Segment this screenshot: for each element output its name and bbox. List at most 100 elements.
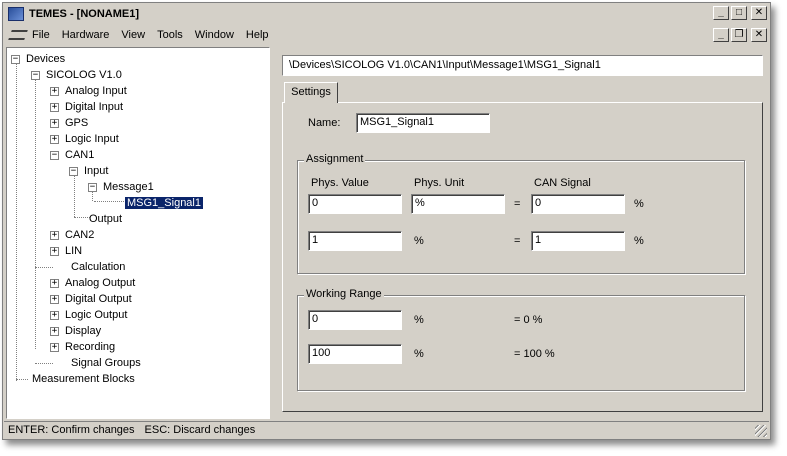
document-menu-icon[interactable] <box>8 30 28 40</box>
expand-icon[interactable]: + <box>50 86 59 96</box>
app-window: TEMES - [NONAME1] _ □ ✕ File Hardware Vi… <box>2 2 771 440</box>
tree-item-digital-input[interactable]: + Digital Input <box>50 99 125 115</box>
tree-item-measurement-blocks[interactable]: Measurement Blocks <box>30 371 137 387</box>
tree-label: Output <box>89 213 123 225</box>
tree-item-input[interactable]: − Input <box>69 163 110 179</box>
tree-item-logic-input[interactable]: + Logic Input <box>50 131 121 147</box>
mdi-minimize-button[interactable]: _ <box>713 28 729 42</box>
range-max-input[interactable]: 100 <box>308 344 402 364</box>
tree-label: Display <box>65 325 102 337</box>
expand-icon[interactable]: + <box>50 278 59 288</box>
tree-label: CAN2 <box>65 229 95 241</box>
expand-icon[interactable]: + <box>50 102 59 112</box>
menu-window[interactable]: Window <box>189 29 240 41</box>
collapse-icon[interactable]: − <box>31 70 40 80</box>
tree-item-calculation[interactable]: Calculation <box>69 259 127 275</box>
maximize-button[interactable]: □ <box>731 6 747 20</box>
expand-icon[interactable]: + <box>50 134 59 144</box>
status-enter-hint: ENTER: Confirm changes <box>8 424 135 436</box>
tree-label: LIN <box>65 245 83 257</box>
tree-item-recording[interactable]: + Recording <box>50 339 117 355</box>
range-min-input[interactable]: 0 <box>308 310 402 330</box>
close-button[interactable]: ✕ <box>751 6 767 20</box>
menu-view[interactable]: View <box>115 29 151 41</box>
tree-item-devices[interactable]: − Devices <box>11 51 67 67</box>
tree-item-output[interactable]: Output <box>87 211 124 227</box>
expand-icon[interactable]: + <box>50 118 59 128</box>
tree-item-gps[interactable]: + GPS <box>50 115 90 131</box>
collapse-icon[interactable]: − <box>50 150 59 160</box>
equals-sign-2: = <box>514 235 521 247</box>
tree-label: GPS <box>65 117 89 129</box>
expand-icon[interactable]: + <box>50 230 59 240</box>
collapse-icon[interactable]: − <box>69 166 78 176</box>
name-input[interactable]: MSG1_Signal1 <box>356 113 490 133</box>
tree-label: Digital Input <box>65 101 124 113</box>
tab-settings[interactable]: Settings <box>284 82 338 103</box>
settings-page: Name: MSG1_Signal1 Assignment Phys. Valu… <box>282 102 763 412</box>
tree-item-digital-output[interactable]: + Digital Output <box>50 291 134 307</box>
tree-item-msg1-signal1[interactable]: MSG1_Signal1 <box>124 195 204 211</box>
can-signal-input-2[interactable]: 1 <box>531 231 625 251</box>
path-field: \Devices\SICOLOG V1.0\CAN1\Input\Message… <box>282 55 763 76</box>
working-range-title: Working Range <box>304 288 384 300</box>
device-tree[interactable]: − Devices − SICOLOG V1.0 + Analog Input … <box>6 47 270 419</box>
name-label: Name: <box>308 117 341 129</box>
menu-file[interactable]: File <box>26 29 56 41</box>
phys-value-input-2[interactable]: 1 <box>308 231 402 251</box>
title-bar[interactable]: TEMES - [NONAME1] _ □ ✕ <box>4 4 769 24</box>
phys-unit-label-2: % <box>414 235 424 247</box>
mdi-close-button[interactable]: ✕ <box>751 28 767 42</box>
phys-value-header: Phys. Value <box>311 177 369 189</box>
tree-item-analog-output[interactable]: + Analog Output <box>50 275 137 291</box>
collapse-icon[interactable]: − <box>88 182 97 192</box>
resize-grip-icon[interactable] <box>755 425 767 437</box>
phys-value-input-1[interactable]: 0 <box>308 194 402 214</box>
range-min-unit: % <box>414 314 424 326</box>
menu-bar: File Hardware View Tools Window Help _ ❐… <box>4 25 769 45</box>
window-title: TEMES - [NONAME1] <box>29 8 139 20</box>
tree-item-signal-groups[interactable]: Signal Groups <box>69 355 143 371</box>
expand-icon[interactable]: + <box>50 246 59 256</box>
tree-label: Signal Groups <box>71 357 141 369</box>
tree-label: CAN1 <box>65 149 95 161</box>
tree-item-lin[interactable]: + LIN <box>50 243 84 259</box>
mdi-restore-button[interactable]: ❐ <box>731 28 747 42</box>
tree-item-can1[interactable]: − CAN1 <box>50 147 96 163</box>
tree-item-analog-input[interactable]: + Analog Input <box>50 83 129 99</box>
properties-pane: \Devices\SICOLOG V1.0\CAN1\Input\Message… <box>276 47 769 419</box>
tree-label: Analog Input <box>65 85 127 97</box>
tree-label: Recording <box>65 341 116 353</box>
minimize-button[interactable]: _ <box>713 6 729 20</box>
assignment-title: Assignment <box>304 153 366 165</box>
menu-tools[interactable]: Tools <box>151 29 189 41</box>
tree-label: Digital Output <box>65 293 132 305</box>
expand-icon[interactable]: + <box>50 342 59 352</box>
can-signal-input-1[interactable]: 0 <box>531 194 625 214</box>
menu-help[interactable]: Help <box>240 29 275 41</box>
tree-label: Calculation <box>71 261 126 273</box>
expand-icon[interactable]: + <box>50 294 59 304</box>
phys-unit-input[interactable]: % <box>411 194 505 214</box>
range-max-result: = 100 % <box>514 348 555 360</box>
tree-label: Measurement Blocks <box>32 373 135 385</box>
menu-hardware[interactable]: Hardware <box>56 29 116 41</box>
tree-item-message1[interactable]: − Message1 <box>88 179 156 195</box>
tree-item-logic-output[interactable]: + Logic Output <box>50 307 129 323</box>
assignment-group: Assignment Phys. Value Phys. Unit CAN Si… <box>297 153 745 274</box>
tree-item-display[interactable]: + Display <box>50 323 103 339</box>
tree-label: Analog Output <box>65 277 136 289</box>
can-unit-label-1: % <box>634 198 644 210</box>
tree-label-selected: MSG1_Signal1 <box>124 196 204 210</box>
tree-item-can2[interactable]: + CAN2 <box>50 227 96 243</box>
status-bar: ENTER: Confirm changes ESC: Discard chan… <box>4 421 769 439</box>
tree-label: Devices <box>26 53 66 65</box>
collapse-icon[interactable]: − <box>11 54 20 64</box>
tree-label: Message1 <box>103 181 154 193</box>
tree-label: SICOLOG V1.0 <box>46 69 122 81</box>
range-max-unit: % <box>414 348 424 360</box>
expand-icon[interactable]: + <box>50 310 59 320</box>
equals-sign-1: = <box>514 198 521 210</box>
tree-item-sicolog[interactable]: − SICOLOG V1.0 <box>31 67 124 83</box>
expand-icon[interactable]: + <box>50 326 59 336</box>
